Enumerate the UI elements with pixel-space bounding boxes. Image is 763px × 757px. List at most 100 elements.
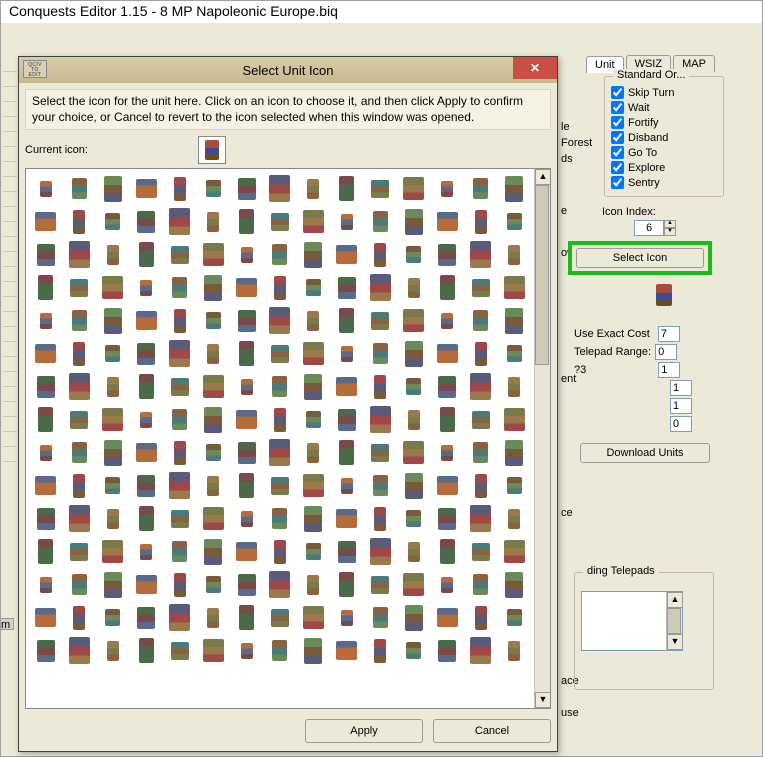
icon-cell[interactable] (498, 304, 531, 337)
icon-cell[interactable] (464, 205, 497, 238)
icon-cell[interactable] (163, 436, 196, 469)
icon-cell[interactable] (196, 172, 229, 205)
icon-cell[interactable] (330, 370, 363, 403)
icon-cell[interactable] (464, 403, 497, 436)
icon-cell[interactable] (129, 403, 162, 436)
icon-cell[interactable] (29, 634, 62, 667)
icon-cell[interactable] (196, 304, 229, 337)
icon-cell[interactable] (330, 634, 363, 667)
icon-cell[interactable] (129, 502, 162, 535)
icon-cell[interactable] (62, 238, 95, 271)
icon-cell[interactable] (230, 337, 263, 370)
icon-cell[interactable] (464, 370, 497, 403)
icon-cell[interactable] (364, 271, 397, 304)
icon-cell[interactable] (62, 535, 95, 568)
icon-cell[interactable] (263, 502, 296, 535)
icon-cell[interactable] (263, 172, 296, 205)
icon-cell[interactable] (397, 403, 430, 436)
telepad-range-input[interactable] (655, 344, 677, 360)
icon-cell[interactable] (431, 502, 464, 535)
scroll-up-icon[interactable]: ▲ (535, 169, 551, 185)
icon-cell[interactable] (330, 403, 363, 436)
icon-cell[interactable] (163, 370, 196, 403)
standard-order-checkbox[interactable] (611, 176, 624, 189)
telepads-list[interactable]: ▲ ▼ (581, 591, 683, 651)
select-icon-button[interactable]: Select Icon (576, 248, 704, 268)
icon-cell[interactable] (230, 205, 263, 238)
icon-cell[interactable] (230, 238, 263, 271)
icon-cell[interactable] (29, 601, 62, 634)
icon-cell[interactable] (498, 436, 531, 469)
cancel-button[interactable]: Cancel (433, 719, 551, 743)
icon-cell[interactable] (62, 205, 95, 238)
icon-index-spinner[interactable]: ▲ ▼ (634, 220, 676, 236)
icon-cell[interactable] (163, 304, 196, 337)
icon-cell[interactable] (364, 205, 397, 238)
icon-cell[interactable] (498, 337, 531, 370)
icon-cell[interactable] (263, 436, 296, 469)
icon-cell[interactable] (364, 337, 397, 370)
icon-cell[interactable] (29, 205, 62, 238)
icon-cell[interactable] (297, 403, 330, 436)
icon-cell[interactable] (498, 205, 531, 238)
icon-cell[interactable] (364, 370, 397, 403)
icon-cell[interactable] (230, 436, 263, 469)
icon-cell[interactable] (464, 337, 497, 370)
icon-cell[interactable] (330, 568, 363, 601)
icon-cell[interactable] (163, 502, 196, 535)
icon-cell[interactable] (96, 271, 129, 304)
icon-cell[interactable] (464, 469, 497, 502)
icon-cell[interactable] (62, 337, 95, 370)
icon-cell[interactable] (196, 601, 229, 634)
icon-cell[interactable] (62, 469, 95, 502)
icon-cell[interactable] (62, 634, 95, 667)
icon-cell[interactable] (230, 304, 263, 337)
icon-cell[interactable] (431, 568, 464, 601)
icon-cell[interactable] (96, 502, 129, 535)
icon-cell[interactable] (96, 172, 129, 205)
icon-cell[interactable] (29, 535, 62, 568)
icon-cell[interactable] (464, 535, 497, 568)
icon-cell[interactable] (431, 403, 464, 436)
icon-cell[interactable] (364, 436, 397, 469)
icon-cell[interactable] (96, 370, 129, 403)
icon-cell[interactable] (196, 205, 229, 238)
icon-cell[interactable] (330, 205, 363, 238)
icon-cell[interactable] (29, 502, 62, 535)
icon-cell[interactable] (498, 601, 531, 634)
icon-cell[interactable] (397, 238, 430, 271)
icon-cell[interactable] (196, 238, 229, 271)
icon-cell[interactable] (62, 568, 95, 601)
standard-order-checkbox[interactable] (611, 146, 624, 159)
icon-cell[interactable] (29, 271, 62, 304)
icon-cell[interactable] (364, 238, 397, 271)
icon-cell[interactable] (196, 370, 229, 403)
dialog-titlebar[interactable]: QCIV TO EDIT Select Unit Icon ✕ (19, 57, 557, 83)
icon-cell[interactable] (364, 469, 397, 502)
icon-cell[interactable] (163, 172, 196, 205)
icon-cell[interactable] (230, 271, 263, 304)
icon-cell[interactable] (29, 568, 62, 601)
icon-cell[interactable] (431, 370, 464, 403)
q3-input-2[interactable] (670, 380, 692, 396)
icon-cell[interactable] (397, 502, 430, 535)
icon-cell[interactable] (29, 337, 62, 370)
icon-cell[interactable] (230, 370, 263, 403)
icon-cell[interactable] (163, 337, 196, 370)
icon-cell[interactable] (330, 436, 363, 469)
icon-cell[interactable] (230, 403, 263, 436)
icon-cell[interactable] (431, 172, 464, 205)
icon-cell[interactable] (498, 502, 531, 535)
standard-order-checkbox[interactable] (611, 116, 624, 129)
icon-cell[interactable] (196, 535, 229, 568)
telepads-scrollbar[interactable]: ▲ ▼ (666, 592, 682, 650)
icon-cell[interactable] (431, 304, 464, 337)
icon-cell[interactable] (129, 568, 162, 601)
spinner-down-icon[interactable]: ▼ (664, 228, 676, 236)
icon-cell[interactable] (163, 469, 196, 502)
dialog-close-button[interactable]: ✕ (513, 57, 557, 79)
icon-cell[interactable] (498, 634, 531, 667)
q3-input-4[interactable] (670, 416, 692, 432)
icon-cell[interactable] (364, 502, 397, 535)
spinner-up-icon[interactable]: ▲ (664, 220, 676, 228)
